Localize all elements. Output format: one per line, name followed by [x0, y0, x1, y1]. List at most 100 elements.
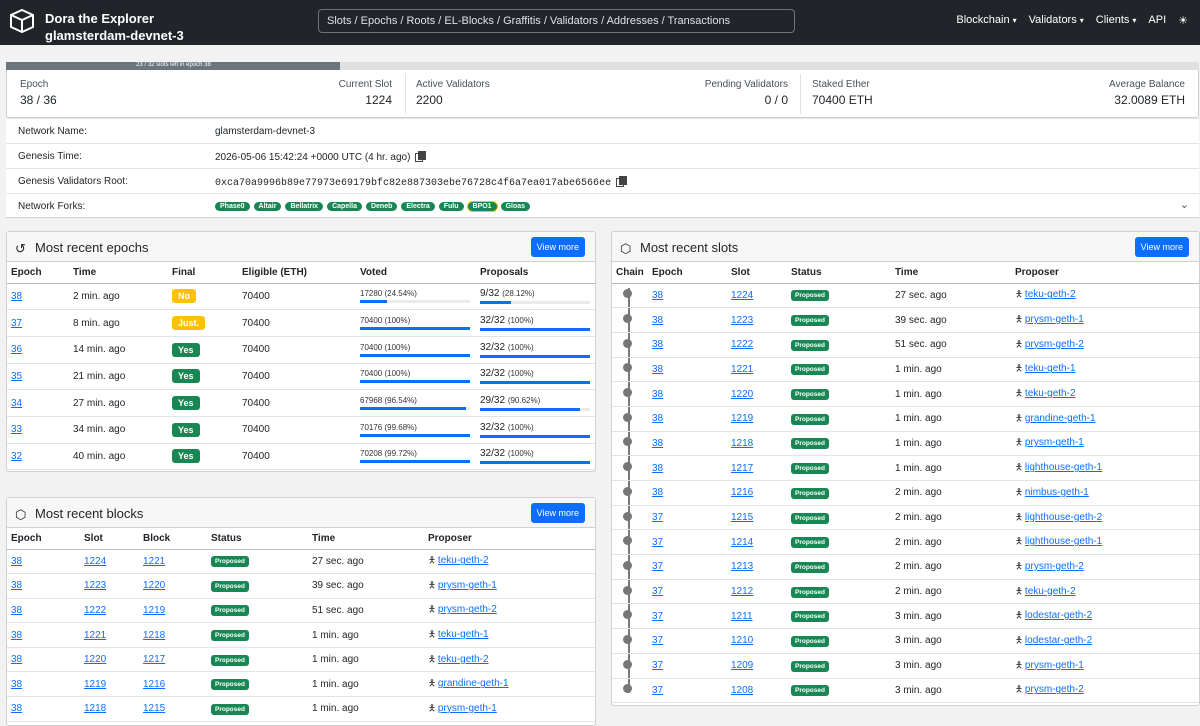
epoch-link[interactable]: 37 — [652, 537, 663, 548]
slot-link[interactable]: 1208 — [731, 685, 753, 696]
epoch-link[interactable]: 38 — [11, 605, 22, 616]
block-link[interactable]: 1221 — [143, 556, 165, 567]
epoch-link[interactable]: 36 — [11, 344, 22, 355]
slot-link[interactable]: 1216 — [731, 487, 753, 498]
proposer-link[interactable]: prysm-geth-1 — [1025, 314, 1084, 325]
block-link[interactable]: 1215 — [143, 703, 165, 714]
epoch-link[interactable]: 38 — [652, 339, 663, 350]
slot-link[interactable]: 1220 — [84, 654, 106, 665]
epoch-link[interactable]: 37 — [652, 586, 663, 597]
slot-link[interactable]: 1224 — [731, 290, 753, 301]
proposer-link[interactable]: lighthouse-geth-1 — [1025, 536, 1102, 547]
copy-icon[interactable] — [616, 176, 628, 187]
proposer-link[interactable]: prysm-geth-1 — [438, 580, 497, 591]
epoch-link[interactable]: 37 — [652, 611, 663, 622]
slot-link[interactable]: 1220 — [731, 389, 753, 400]
nav-validators[interactable]: Validators ▾ — [1029, 14, 1084, 27]
cube-logo-icon[interactable] — [9, 8, 35, 34]
block-link[interactable]: 1220 — [143, 580, 165, 591]
slot-link[interactable]: 1219 — [84, 679, 106, 690]
slot-link[interactable]: 1213 — [731, 561, 753, 572]
epoch-link[interactable]: 38 — [11, 679, 22, 690]
proposer-link[interactable]: prysm-geth-1 — [1025, 437, 1084, 448]
proposer-link[interactable]: grandine-geth-1 — [438, 678, 509, 689]
slot-link[interactable]: 1223 — [84, 580, 106, 591]
epoch-link[interactable]: 38 — [11, 703, 22, 714]
chevron-down-icon[interactable]: ⌄ — [1180, 198, 1189, 211]
block-link[interactable]: 1219 — [143, 605, 165, 616]
epoch-link[interactable]: 38 — [11, 556, 22, 567]
slot-link[interactable]: 1209 — [731, 660, 753, 671]
proposer-link[interactable]: lighthouse-geth-2 — [1025, 512, 1102, 523]
epoch-link[interactable]: 38 — [652, 290, 663, 301]
slot-link[interactable]: 1215 — [731, 512, 753, 523]
slot-link[interactable]: 1221 — [84, 630, 106, 641]
epoch-link[interactable]: 38 — [11, 291, 22, 302]
proposer-link[interactable]: prysm-geth-2 — [438, 604, 497, 615]
proposer-link[interactable]: lodestar-geth-2 — [1025, 635, 1092, 646]
nav-blockchain[interactable]: Blockchain ▾ — [956, 14, 1016, 27]
epoch-link[interactable]: 38 — [652, 315, 663, 326]
slot-link[interactable]: 1223 — [731, 315, 753, 326]
epoch-link[interactable]: 38 — [652, 463, 663, 474]
epoch-link[interactable]: 38 — [652, 364, 663, 375]
proposer-link[interactable]: prysm-geth-1 — [1025, 660, 1084, 671]
epoch-link[interactable]: 32 — [11, 451, 22, 462]
blocks-view-more-button[interactable]: View more — [530, 503, 585, 523]
slot-link[interactable]: 1212 — [731, 586, 753, 597]
block-link[interactable]: 1217 — [143, 654, 165, 665]
search-input[interactable]: Slots / Epochs / Roots / EL-Blocks / Gra… — [318, 9, 795, 33]
proposer-link[interactable]: teku-geth-1 — [1025, 363, 1076, 374]
proposer-link[interactable]: prysm-geth-2 — [1025, 684, 1084, 695]
epoch-link[interactable]: 38 — [652, 389, 663, 400]
slot-link[interactable]: 1218 — [84, 703, 106, 714]
epoch-link[interactable]: 38 — [11, 654, 22, 665]
slot-link[interactable]: 1211 — [731, 611, 753, 622]
proposer-link[interactable]: nimbus-geth-1 — [1025, 487, 1089, 498]
epoch-link[interactable]: 37 — [11, 318, 22, 329]
proposer-link[interactable]: teku-geth-2 — [1025, 289, 1076, 300]
epoch-link[interactable]: 37 — [652, 561, 663, 572]
slot-link[interactable]: 1224 — [84, 556, 106, 567]
epoch-link[interactable]: 38 — [652, 487, 663, 498]
proposer-link[interactable]: teku-geth-1 — [438, 629, 489, 640]
proposer-link[interactable]: prysm-geth-2 — [1025, 561, 1084, 572]
epoch-link[interactable]: 38 — [652, 438, 663, 449]
proposer-link[interactable]: grandine-geth-1 — [1025, 413, 1096, 424]
epoch-link[interactable]: 33 — [11, 424, 22, 435]
epoch-link[interactable]: 37 — [652, 635, 663, 646]
epoch-link[interactable]: 37 — [652, 660, 663, 671]
proposer-link[interactable]: teku-geth-2 — [438, 555, 489, 566]
nav-clients[interactable]: Clients ▾ — [1096, 14, 1137, 27]
slot-link[interactable]: 1222 — [731, 339, 753, 350]
slot-link[interactable]: 1210 — [731, 635, 753, 646]
proposer-link[interactable]: lodestar-geth-2 — [1025, 610, 1092, 621]
theme-toggle-icon[interactable]: ☀ — [1178, 14, 1188, 27]
epochs-view-more-button[interactable]: View more — [530, 237, 585, 257]
epoch-link[interactable]: 38 — [652, 413, 663, 424]
epoch-link[interactable]: 38 — [11, 580, 22, 591]
proposer-link[interactable]: teku-geth-2 — [1025, 388, 1076, 399]
slot-link[interactable]: 1218 — [731, 438, 753, 449]
proposer-link[interactable]: teku-geth-2 — [1025, 586, 1076, 597]
proposer-link[interactable]: prysm-geth-2 — [1025, 339, 1084, 350]
epoch-link[interactable]: 35 — [11, 371, 22, 382]
epoch-link[interactable]: 34 — [11, 398, 22, 409]
block-link[interactable]: 1216 — [143, 679, 165, 690]
slots-view-more-button[interactable]: View more — [1134, 237, 1189, 257]
slot-link[interactable]: 1219 — [731, 413, 753, 424]
app-title[interactable]: Dora the Explorer — [45, 11, 154, 26]
proposer-link[interactable]: lighthouse-geth-1 — [1025, 462, 1102, 473]
nav-api[interactable]: API — [1148, 14, 1166, 27]
block-link[interactable]: 1218 — [143, 630, 165, 641]
slot-link[interactable]: 1222 — [84, 605, 106, 616]
epoch-link[interactable]: 37 — [652, 685, 663, 696]
epoch-link[interactable]: 37 — [652, 512, 663, 523]
slot-link[interactable]: 1214 — [731, 537, 753, 548]
proposer-link[interactable]: teku-geth-2 — [438, 654, 489, 665]
slot-link[interactable]: 1217 — [731, 463, 753, 474]
epoch-link[interactable]: 38 — [11, 630, 22, 641]
copy-icon[interactable] — [415, 151, 427, 162]
slot-link[interactable]: 1221 — [731, 364, 753, 375]
proposer-link[interactable]: prysm-geth-1 — [438, 703, 497, 714]
